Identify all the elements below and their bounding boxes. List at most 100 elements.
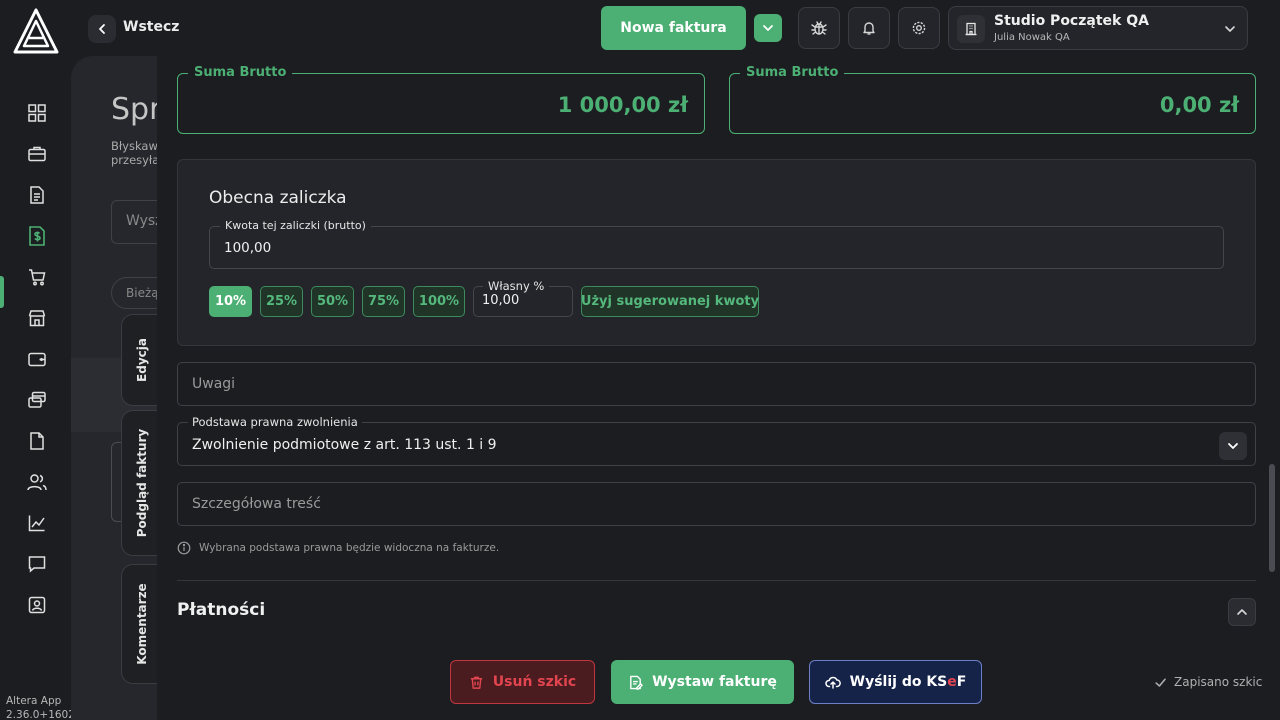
sidebar-item-invoices[interactable] bbox=[22, 221, 52, 251]
company-user-name: Julia Nowak QA bbox=[994, 32, 1070, 43]
bug-icon bbox=[811, 21, 827, 35]
invoice-dollar-icon bbox=[29, 226, 45, 246]
sidebar-item-stores[interactable] bbox=[22, 303, 52, 333]
bell-icon bbox=[863, 22, 875, 35]
check-icon bbox=[1155, 677, 1166, 687]
notes-placeholder: Uwagi bbox=[192, 376, 236, 392]
tab-label: Podgląd faktury bbox=[134, 428, 149, 538]
building-icon bbox=[957, 15, 985, 43]
sidebar-item-wallet[interactable] bbox=[22, 344, 52, 374]
settings-button[interactable] bbox=[898, 7, 940, 49]
legal-basis-label: Podstawa prawna zwolnienia bbox=[188, 415, 362, 429]
store-icon bbox=[28, 310, 46, 327]
delete-draft-button[interactable]: Usuń szkic bbox=[450, 660, 595, 704]
draft-saved-label: Zapisano szkic bbox=[1174, 675, 1263, 689]
percent-25-button[interactable]: 25% bbox=[260, 286, 303, 317]
company-switcher[interactable]: Studio Początek QA Julia Nowak QA bbox=[948, 6, 1248, 50]
document-icon bbox=[30, 186, 44, 204]
percent-75-button[interactable]: 75% bbox=[362, 286, 405, 317]
current-advance-card: Obecna zaliczka Kwota tej zaliczki (brut… bbox=[177, 159, 1256, 346]
tab-invoice-preview[interactable]: Podgląd faktury bbox=[121, 410, 161, 556]
users-icon bbox=[27, 474, 47, 491]
sidebar-item-shop[interactable] bbox=[22, 262, 52, 292]
issue-invoice-button[interactable]: Wystaw fakturę bbox=[611, 660, 794, 704]
sidebar-item-contacts[interactable] bbox=[22, 467, 52, 497]
notifications-button[interactable] bbox=[848, 7, 890, 49]
trash-icon bbox=[470, 676, 482, 689]
company-name: Studio Początek QA bbox=[994, 13, 1149, 29]
sidebar-item-payments[interactable] bbox=[22, 385, 52, 415]
page-subtitle: Błyskaw bbox=[111, 139, 158, 153]
new-invoice-dropdown-button[interactable] bbox=[754, 14, 782, 42]
gross-total-label: Suma Brutto bbox=[740, 65, 845, 80]
chat-icon bbox=[28, 556, 46, 573]
payments-section-title: Płatności bbox=[177, 600, 266, 620]
sidebar-item-profile[interactable] bbox=[22, 590, 52, 620]
gross-remaining-box: Suma Brutto 0,00 zł bbox=[729, 65, 1256, 134]
bug-report-button[interactable] bbox=[798, 7, 840, 49]
tab-comments[interactable]: Komentarze bbox=[121, 564, 161, 684]
info-icon bbox=[177, 541, 191, 555]
gross-total-value: 0,00 zł bbox=[1159, 93, 1239, 117]
back-label[interactable]: Wstecz bbox=[123, 19, 179, 35]
app-version: 2.36.0+1602 bbox=[6, 709, 75, 720]
invoice-edit-icon bbox=[630, 675, 643, 690]
page-title: Spr bbox=[111, 92, 162, 127]
detailed-content-placeholder: Szczegółowa treść bbox=[192, 496, 321, 512]
app-name: Altera App bbox=[6, 695, 62, 707]
dashboard-icon bbox=[28, 104, 46, 122]
percent-50-button[interactable]: 50% bbox=[311, 286, 354, 317]
tab-edit[interactable]: Edycja bbox=[121, 314, 161, 406]
section-divider bbox=[177, 580, 1256, 581]
draft-saved-status: Zapisano szkic bbox=[1154, 675, 1262, 689]
percent-10-button[interactable]: 10% bbox=[209, 286, 252, 317]
sidebar-item-dashboard[interactable] bbox=[22, 98, 52, 128]
advance-amount-value[interactable]: 100,00 bbox=[224, 240, 271, 256]
gross-total-value: 1 000,00 zł bbox=[557, 93, 688, 117]
back-button[interactable] bbox=[88, 15, 116, 43]
send-to-ksef-label: Wyślij do KSeF bbox=[850, 674, 967, 690]
sidebar-item-reports[interactable] bbox=[22, 508, 52, 538]
sidebar: Altera App 2.36.0+1602 bbox=[0, 56, 75, 720]
active-nav-indicator bbox=[0, 276, 4, 308]
legal-basis-dropdown-button[interactable] bbox=[1219, 432, 1247, 460]
issue-invoice-label: Wystaw fakturę bbox=[652, 674, 777, 690]
send-to-ksef-text: Wyślij do KS bbox=[849, 674, 948, 690]
payments-collapse-button[interactable] bbox=[1228, 598, 1256, 626]
notes-field[interactable]: Uwagi bbox=[177, 362, 1256, 406]
advance-amount-label: Kwota tej zaliczki (brutto) bbox=[220, 219, 371, 232]
contact-icon bbox=[28, 596, 46, 614]
chevron-down-icon bbox=[1228, 443, 1238, 449]
ksef-logo-letter: e bbox=[947, 674, 957, 690]
top-bar: Wstecz Nowa faktura Studio Początek QA J… bbox=[0, 0, 1280, 56]
tab-label: Komentarze bbox=[134, 583, 149, 665]
legal-basis-info: Wybrana podstawa prawna będzie widoczna … bbox=[177, 541, 499, 555]
advance-amount-field[interactable]: Kwota tej zaliczki (brutto) 100,00 bbox=[209, 219, 1224, 269]
use-suggested-amount-button[interactable]: Użyj sugerowanej kwoty bbox=[581, 286, 759, 317]
percent-100-button[interactable]: 100% bbox=[413, 286, 465, 317]
chevron-left-icon bbox=[99, 24, 105, 34]
custom-percent-field[interactable]: Własny % 10,00 bbox=[473, 279, 573, 317]
briefcase-icon bbox=[28, 146, 46, 162]
custom-percent-label: Własny % bbox=[483, 279, 550, 293]
cards-icon bbox=[28, 391, 46, 408]
sidebar-item-documents[interactable] bbox=[22, 180, 52, 210]
sidebar-item-projects[interactable] bbox=[22, 139, 52, 169]
file-icon bbox=[30, 432, 44, 450]
wallet-icon bbox=[28, 352, 46, 367]
gear-icon bbox=[912, 21, 926, 35]
chevron-down-icon bbox=[1225, 26, 1235, 32]
legal-basis-value: Zwolnienie podmiotowe z art. 113 ust. 1 … bbox=[192, 437, 497, 453]
cloud-upload-icon bbox=[824, 676, 841, 689]
send-to-ksef-button[interactable]: Wyślij do KSeF bbox=[809, 660, 982, 704]
app-logo[interactable] bbox=[12, 8, 60, 54]
sidebar-item-files[interactable] bbox=[22, 426, 52, 456]
detailed-content-field[interactable]: Szczegółowa treść bbox=[177, 482, 1256, 526]
custom-percent-value[interactable]: 10,00 bbox=[482, 293, 519, 308]
scrollbar-thumb[interactable] bbox=[1269, 464, 1275, 572]
send-to-ksef-text: F bbox=[956, 674, 967, 690]
legal-basis-select[interactable]: Podstawa prawna zwolnienia Zwolnienie po… bbox=[177, 415, 1256, 466]
sidebar-item-messages[interactable] bbox=[22, 549, 52, 579]
new-invoice-button[interactable]: Nowa faktura bbox=[601, 6, 746, 50]
page-subtitle: przesyła bbox=[111, 153, 160, 167]
